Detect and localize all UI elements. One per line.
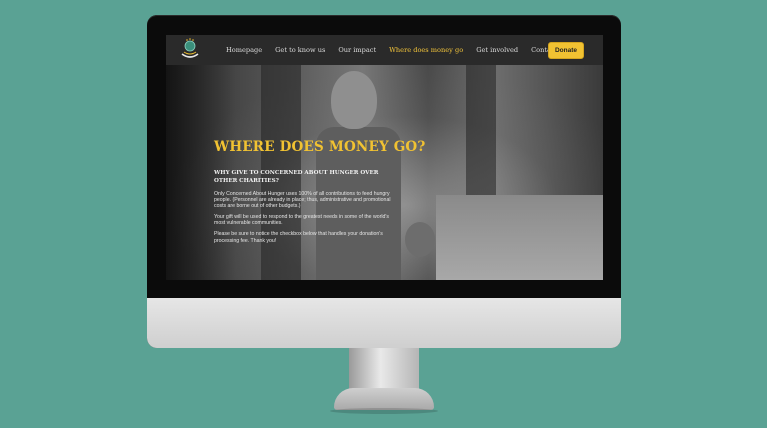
paragraph: Only Concerned About Hunger uses 100% of… xyxy=(214,191,391,210)
monitor-frame: Homepage Get to know us Our impact Where… xyxy=(147,15,621,348)
monitor-stand-base xyxy=(334,388,434,410)
website-screen: Homepage Get to know us Our impact Where… xyxy=(166,35,603,280)
top-navigation: Homepage Get to know us Our impact Where… xyxy=(166,35,603,65)
donate-button[interactable]: Donate xyxy=(548,42,584,59)
paragraph: Your gift will be used to respond to the… xyxy=(214,214,389,227)
nav-our-impact[interactable]: Our impact xyxy=(338,46,376,54)
page-title: WHERE DOES MONEY GO? xyxy=(214,139,426,155)
nav-get-involved[interactable]: Get involved xyxy=(476,46,518,54)
hero-body-text: Only Concerned About Hunger uses 100% of… xyxy=(214,191,399,249)
nav-where-does-money-go[interactable]: Where does money go xyxy=(389,46,463,54)
hero-photo-child xyxy=(405,222,435,257)
charity-logo-icon[interactable] xyxy=(177,37,203,63)
page-subtitle: WHY GIVE TO CONCERNED ABOUT HUNGER OVER … xyxy=(214,170,379,184)
paragraph: Please be sure to notice the checkbox be… xyxy=(214,231,383,244)
nav-homepage[interactable]: Homepage xyxy=(226,46,262,54)
hero-photo-ground xyxy=(436,195,603,280)
stand-shadow xyxy=(330,408,438,414)
nav-links: Homepage Get to know us Our impact Where… xyxy=(226,35,570,65)
monitor-chin xyxy=(147,298,621,348)
nav-get-to-know-us[interactable]: Get to know us xyxy=(275,46,325,54)
hero-photo-man-head xyxy=(331,71,377,129)
